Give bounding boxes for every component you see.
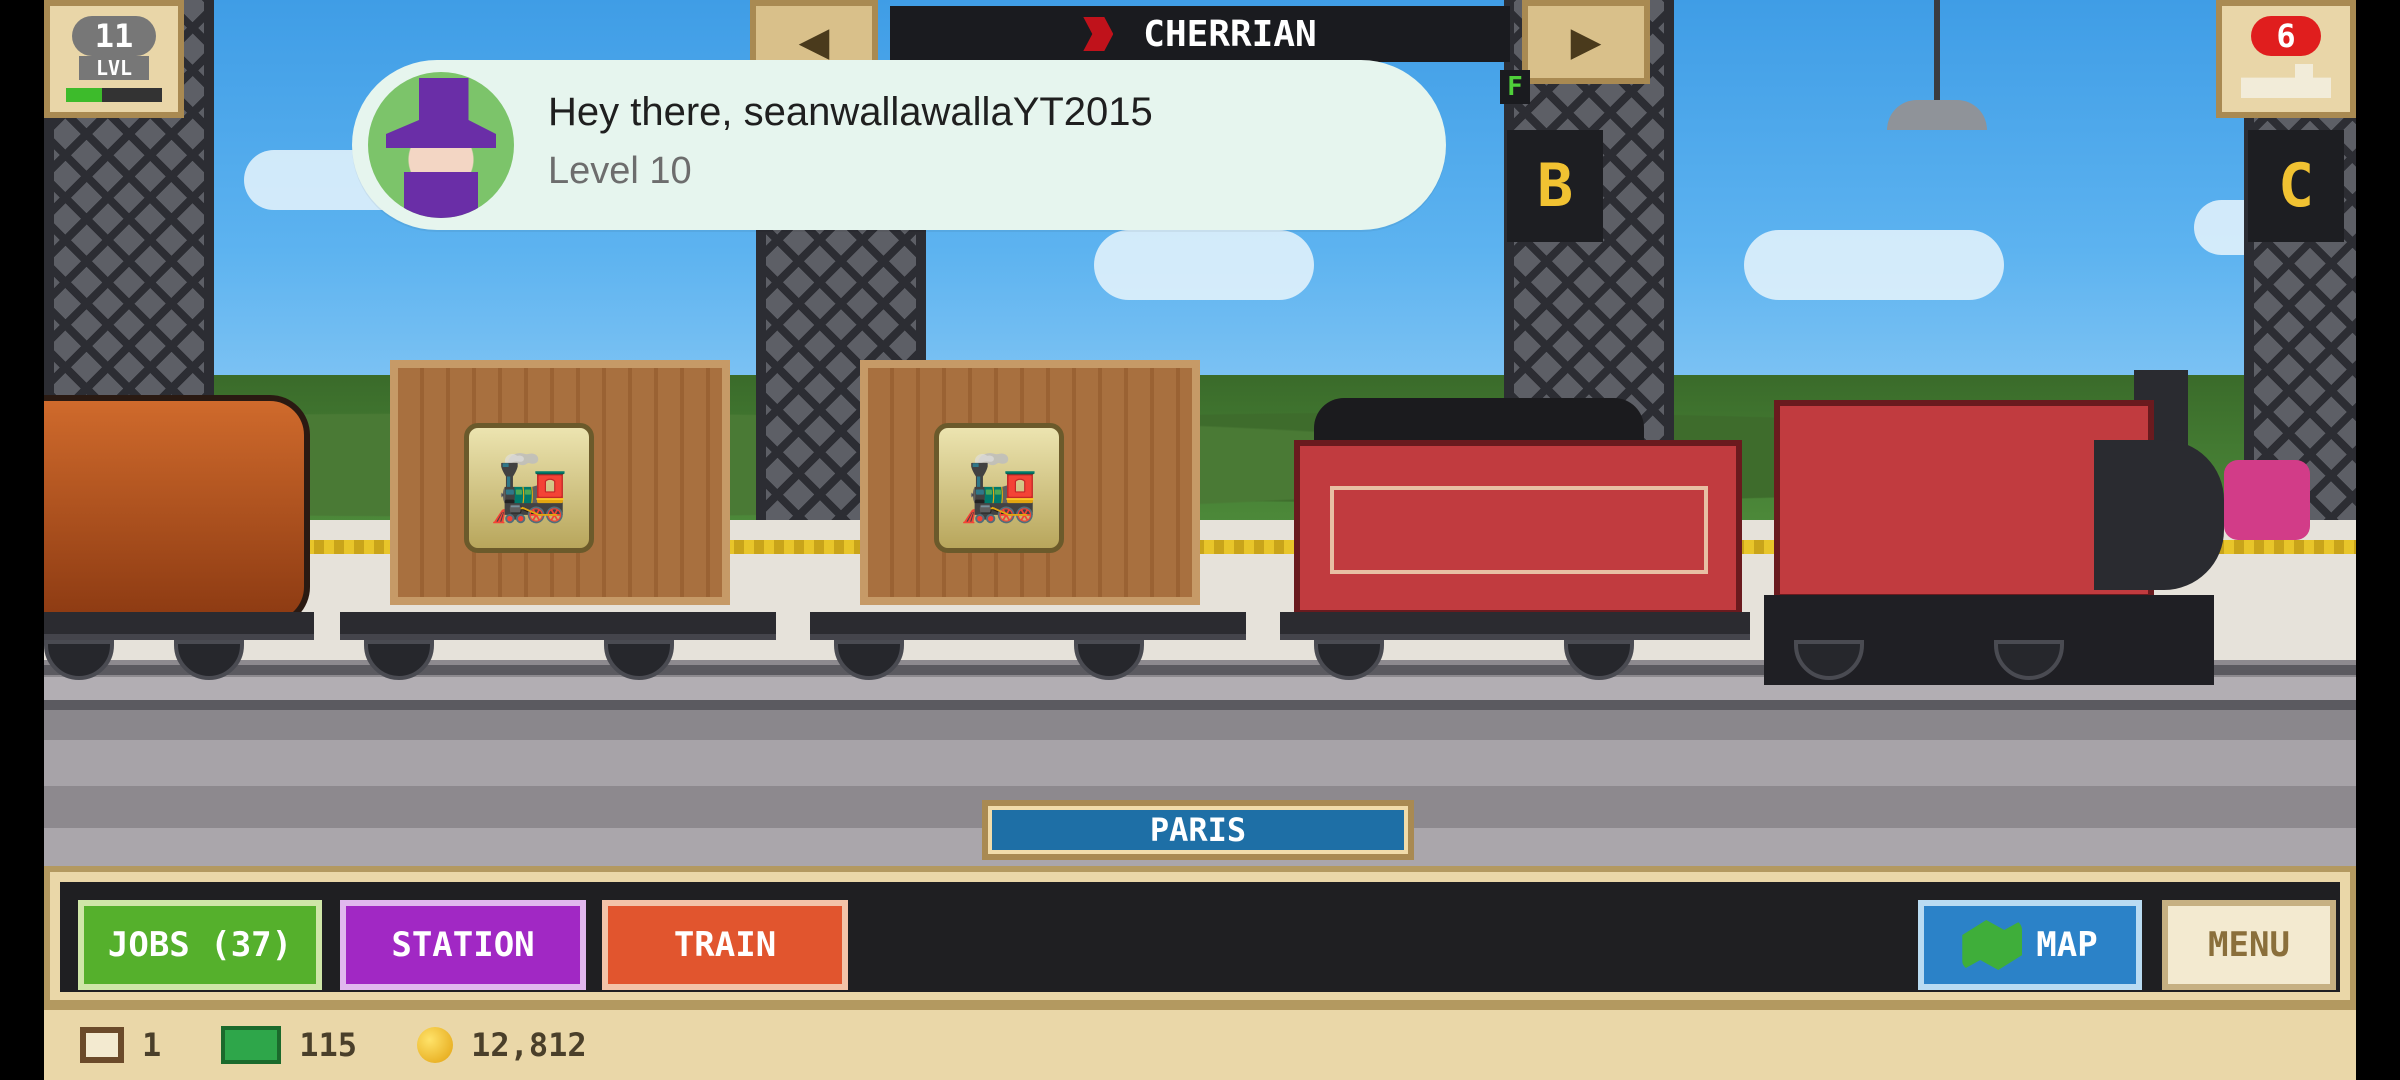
train-icon: 🚂 <box>464 423 594 553</box>
cash-stat[interactable]: 115 <box>221 1026 357 1064</box>
cloud <box>1744 230 2004 300</box>
hanging-lamp <box>1887 100 1987 130</box>
cargo-count-badge: 6 <box>2251 16 2321 56</box>
fuel-indicator: F <box>1500 70 1530 104</box>
station-name: PARIS <box>992 810 1404 850</box>
platform-sign-c: C <box>2248 130 2344 242</box>
level-progress-bar <box>66 88 162 102</box>
resource-strip: 1 115 12,812 <box>44 1006 2356 1080</box>
left-arrow-icon: ◀ <box>798 19 830 65</box>
car-base <box>44 612 314 640</box>
level-number: 11 <box>72 16 156 56</box>
flag-icon <box>1083 17 1114 51</box>
boiler-front <box>2094 440 2224 590</box>
welcome-notification[interactable]: Hey there, seanwallawallaYT2015 Level 10 <box>352 60 1446 230</box>
cargo-stat[interactable]: 1 <box>80 1026 161 1064</box>
crate-car[interactable]: 🚂 <box>860 360 1200 605</box>
robe <box>404 172 478 218</box>
coin-amount: 12,812 <box>471 1026 587 1064</box>
station-name-plate: PARIS <box>982 800 1414 860</box>
rail <box>44 700 2356 710</box>
crate-car[interactable]: 🚂 <box>390 360 730 605</box>
tender-trim <box>1330 486 1708 574</box>
luggage-bag[interactable] <box>2224 460 2310 540</box>
jobs-button[interactable]: JOBS (37) <box>78 900 322 990</box>
map-icon <box>1962 920 2023 970</box>
map-button[interactable]: MAP <box>1918 900 2142 990</box>
level-label: LVL <box>79 56 149 80</box>
train-name-plate[interactable]: CHERRIAN <box>890 6 1510 62</box>
car-base <box>1280 612 1750 640</box>
witch-hat <box>386 78 496 148</box>
platform-sign-b: B <box>1507 130 1603 242</box>
cash-icon <box>221 1026 282 1064</box>
tender-car[interactable] <box>1294 440 1742 616</box>
train-name: CHERRIAN <box>1143 13 1317 55</box>
toolbar-background: JOBS (37) STATION TRAIN MAP MENU <box>60 882 2340 992</box>
next-train-button[interactable]: ▶ <box>1522 0 1650 84</box>
cloud <box>1094 230 1314 300</box>
cargo-count: 1 <box>142 1026 162 1064</box>
coin-icon <box>417 1027 454 1063</box>
avatar <box>368 72 514 218</box>
car-base <box>810 612 1246 640</box>
notification-title: Hey there, seanwallawallaYT2015 <box>548 90 1153 134</box>
level-badge[interactable]: 11 LVL <box>44 0 184 118</box>
station-button[interactable]: STATION <box>340 900 586 990</box>
right-arrow-icon: ▶ <box>1570 19 1602 65</box>
train-button[interactable]: TRAIN <box>602 900 848 990</box>
tanker-car[interactable] <box>44 395 310 627</box>
cargo-badge-box[interactable]: 6 <box>2216 0 2356 118</box>
cash-amount: 115 <box>299 1026 358 1064</box>
lamp-cord <box>1934 0 1940 100</box>
menu-button[interactable]: MENU <box>2162 900 2336 990</box>
notification-subtitle: Level 10 <box>548 150 692 192</box>
cargo-icon <box>80 1027 124 1063</box>
bottom-toolbar: JOBS (37) STATION TRAIN MAP MENU <box>44 866 2356 1006</box>
car-base <box>340 612 776 640</box>
train-icon <box>2241 64 2331 98</box>
coin-stat[interactable]: 12,812 <box>417 1026 587 1064</box>
map-button-label: MAP <box>2036 925 2098 965</box>
train-icon: 🚂 <box>934 423 1064 553</box>
